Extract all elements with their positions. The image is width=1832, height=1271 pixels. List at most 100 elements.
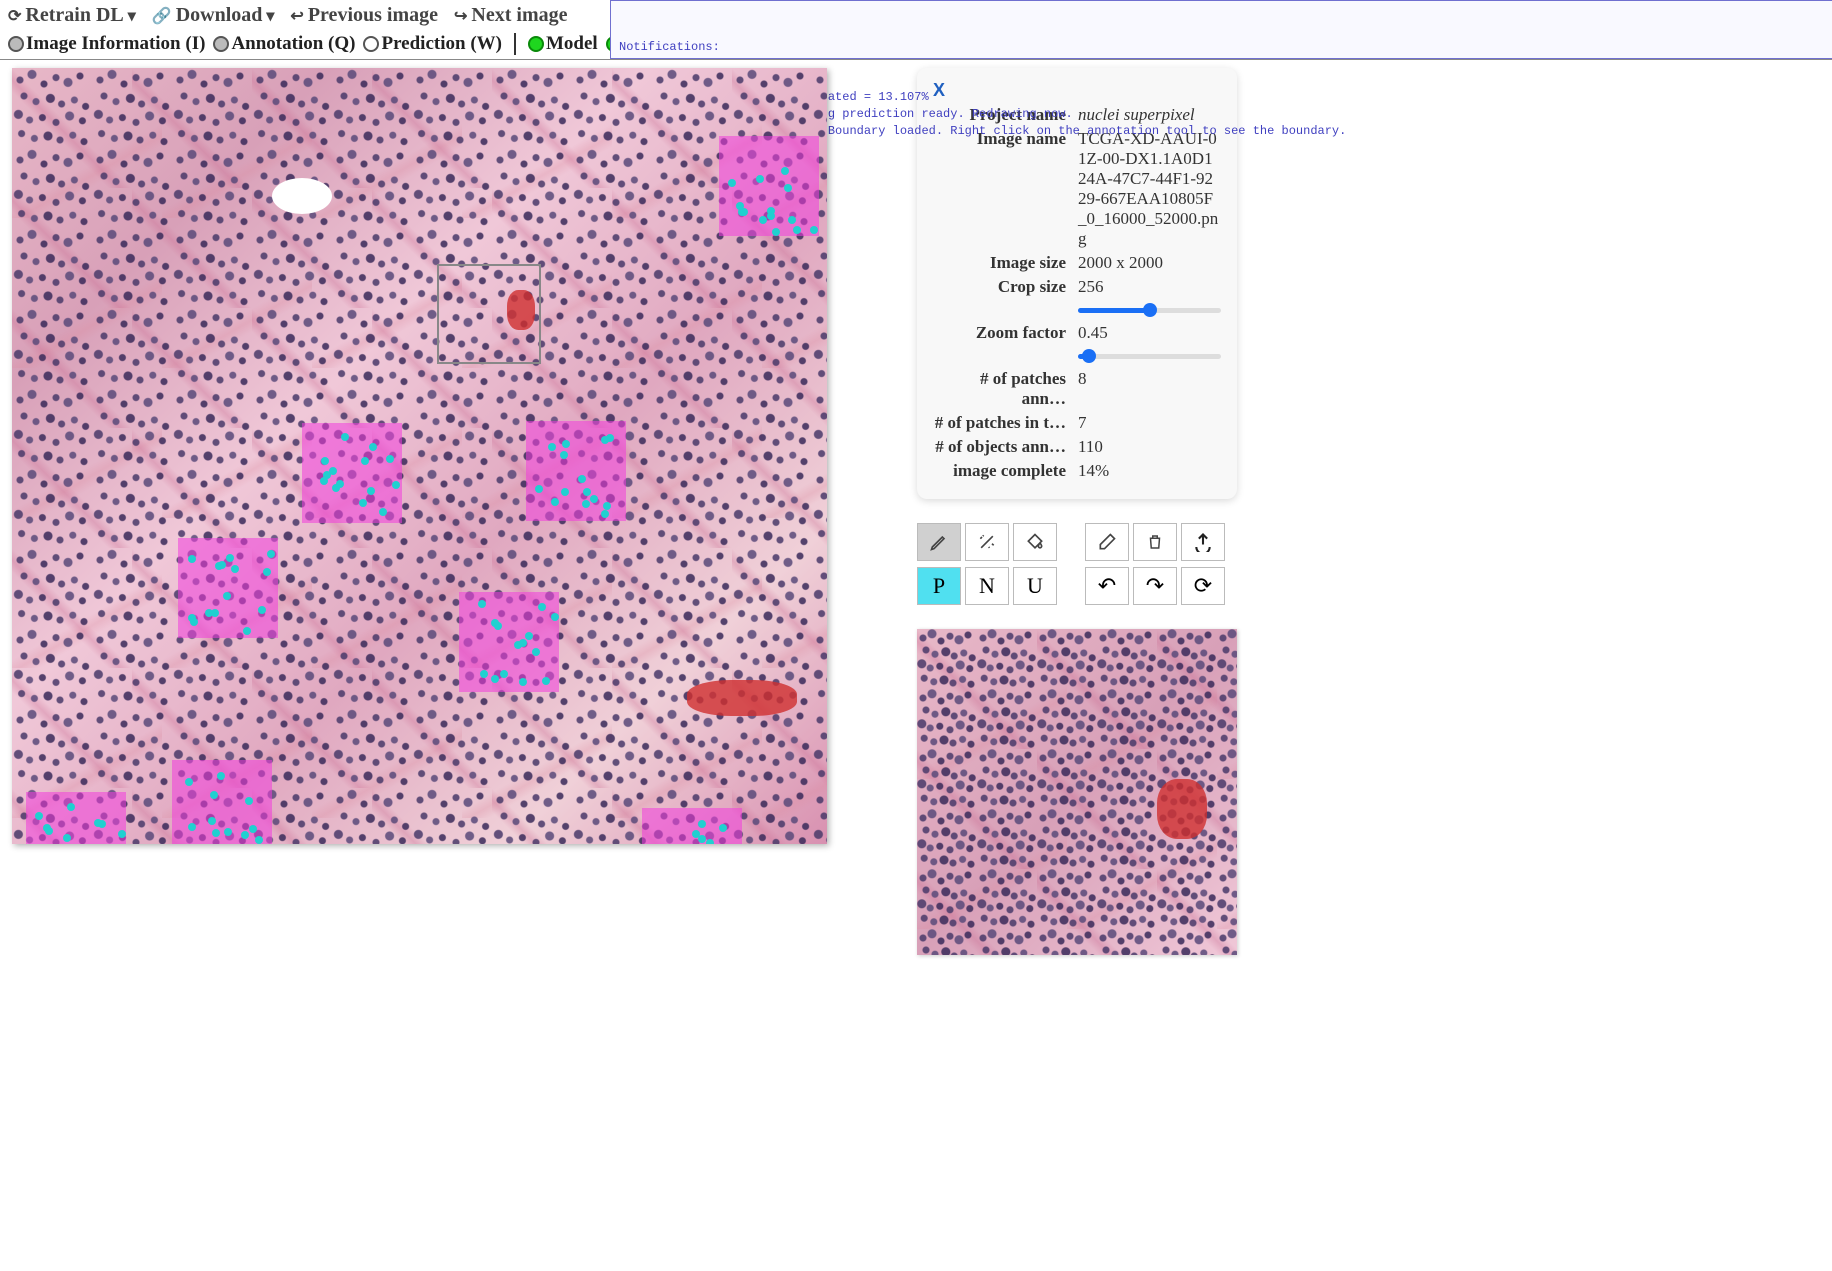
annotated-patch[interactable]: [178, 538, 278, 638]
fill-tool-button[interactable]: [1013, 523, 1057, 561]
annotated-patch[interactable]: [526, 421, 626, 521]
nucleus-annotation: [212, 829, 220, 837]
label-crop-size: Crop size: [933, 277, 1078, 297]
toggle-annotation[interactable]: Annotation (Q): [213, 33, 355, 55]
nucleus-annotation: [258, 606, 266, 614]
nucleus-annotation: [551, 613, 559, 621]
toggle-image-information[interactable]: Image Information (I): [8, 33, 205, 55]
crop-size-slider[interactable]: [1078, 301, 1221, 319]
download-menu[interactable]: 🔗 Download ▾: [152, 4, 275, 27]
undo-button[interactable]: ↶: [1085, 567, 1129, 605]
nucleus-annotation: [386, 455, 394, 463]
nucleus-annotation: [494, 622, 502, 630]
positive-class-button[interactable]: P: [917, 567, 961, 605]
redo-button[interactable]: ↷: [1133, 567, 1177, 605]
annotated-patch[interactable]: [719, 136, 819, 236]
toggle-prediction-w-label: Prediction (W): [381, 33, 502, 55]
nucleus-annotation: [211, 609, 219, 617]
nucleus-annotation: [590, 495, 598, 503]
nucleus-annotation: [223, 592, 231, 600]
label-crop-slider: [933, 301, 1078, 319]
caret-down-icon: ▾: [266, 6, 274, 26]
tissue-rbc: [687, 680, 797, 716]
eraser-tool-button[interactable]: [1085, 523, 1129, 561]
unknown-class-button[interactable]: U: [1013, 567, 1057, 605]
nucleus-annotation: [500, 670, 508, 678]
upload-icon: [1193, 532, 1213, 552]
nucleus-annotation: [185, 778, 193, 786]
top-bar: ⟳ Retrain DL ▾ 🔗 Download ▾ ↩ Previous i…: [0, 0, 1832, 60]
selection-box[interactable]: [437, 264, 541, 364]
value-image-size: 2000 x 2000: [1078, 253, 1221, 273]
annotated-patch[interactable]: [26, 792, 126, 844]
radio-icon: [213, 36, 229, 52]
crop-preview-canvas[interactable]: [917, 629, 1237, 955]
histology-main-canvas[interactable]: [12, 68, 827, 844]
pencil-icon: [929, 532, 949, 552]
separator: [514, 33, 516, 55]
nucleus-annotation: [772, 228, 780, 236]
nucleus-annotation: [243, 627, 251, 635]
nucleus-annotation: [793, 226, 801, 234]
nucleus-annotation: [369, 443, 377, 451]
nucleus-annotation: [392, 481, 400, 489]
nucleus-annotation: [245, 797, 253, 805]
radio-icon: [528, 36, 544, 52]
nucleus-annotation: [190, 618, 198, 626]
nucleus-annotation: [367, 487, 375, 495]
retrain-label: Retrain DL: [25, 4, 123, 27]
nucleus-annotation: [548, 443, 556, 451]
nucleus-annotation: [603, 502, 611, 510]
value-patches-ann: 8: [1078, 369, 1221, 409]
nucleus-annotation: [208, 817, 216, 825]
negative-class-button[interactable]: N: [965, 567, 1009, 605]
nucleus-annotation: [188, 555, 196, 563]
nucleus-annotation: [67, 803, 75, 811]
nucleus-annotation: [525, 632, 533, 640]
arrow-left-icon: ↩: [290, 6, 303, 26]
radio-icon: [363, 36, 379, 52]
upload-tool-button[interactable]: [1181, 523, 1225, 561]
prev-image-label: Previous image: [308, 4, 438, 27]
nucleus-annotation: [491, 675, 499, 683]
nucleus-annotation: [756, 175, 764, 183]
pencil-tool-button[interactable]: [917, 523, 961, 561]
annotated-patch[interactable]: [302, 423, 402, 523]
nucleus-annotation: [35, 812, 43, 820]
zoom-factor-slider[interactable]: [1078, 347, 1221, 365]
nucleus-annotation: [341, 433, 349, 441]
nucleus-annotation: [719, 824, 727, 832]
nucleus-annotation: [532, 648, 540, 656]
nucleus-annotation: [480, 670, 488, 678]
nucleus-annotation: [224, 828, 232, 836]
nucleus-annotation: [255, 836, 263, 844]
nucleus-annotation: [578, 475, 586, 483]
trash-tool-button[interactable]: [1133, 523, 1177, 561]
tool-row-2: P N U ↶ ↷ ⟳: [917, 567, 1237, 605]
nucleus-annotation: [359, 499, 367, 507]
reload-button[interactable]: ⟳: [1181, 567, 1225, 605]
value-crop-size: 256: [1078, 277, 1221, 297]
nucleus-annotation: [759, 216, 767, 224]
annotated-patch[interactable]: [459, 592, 559, 692]
retrain-dl-menu[interactable]: ⟳ Retrain DL ▾: [8, 4, 136, 27]
nucleus-annotation: [698, 835, 706, 843]
nucleus-annotation: [267, 550, 275, 558]
magic-wand-tool-button[interactable]: [965, 523, 1009, 561]
nucleus-annotation: [361, 457, 369, 465]
next-image-button[interactable]: ↪ Next image: [454, 4, 567, 27]
nucleus-annotation: [542, 677, 550, 685]
nucleus-annotation: [241, 831, 249, 839]
toggle-prediction-w[interactable]: Prediction (W): [363, 33, 502, 55]
annotated-patch[interactable]: [642, 808, 742, 844]
annotated-patch[interactable]: [172, 760, 272, 844]
value-zoom-factor: 0.45: [1078, 323, 1221, 343]
previous-image-button[interactable]: ↩ Previous image: [290, 4, 438, 27]
undo-icon: ↶: [1098, 573, 1116, 599]
nucleus-annotation: [188, 823, 196, 831]
toggle-model[interactable]: Model: [528, 33, 598, 55]
nucleus-annotation: [561, 488, 569, 496]
nucleus-annotation: [118, 830, 126, 838]
label-image-size: Image size: [933, 253, 1078, 273]
value-objects-ann: 110: [1078, 437, 1221, 457]
